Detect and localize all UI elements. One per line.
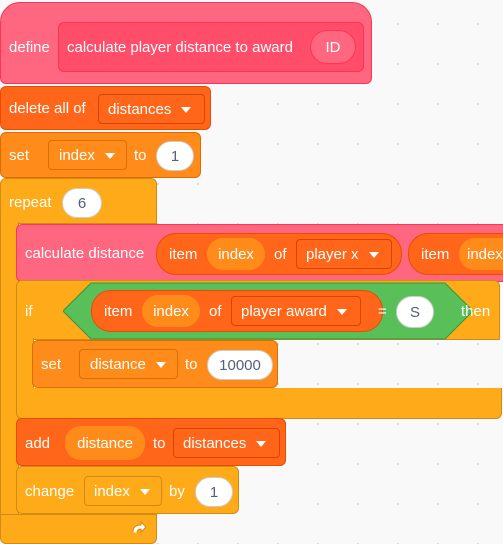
by-label: by: [169, 483, 185, 500]
item-of-list-reporter[interactable]: item index of player x: [156, 233, 402, 275]
repeat-count-input[interactable]: 6: [62, 188, 102, 218]
variable-dropdown-label: index: [94, 482, 130, 500]
chevron-down-icon: [368, 252, 379, 258]
set-distance-value-input[interactable]: 10000: [207, 350, 273, 380]
chevron-down-icon: [256, 441, 267, 447]
item-label: item: [421, 246, 450, 263]
list-dropdown-player-x[interactable]: player x: [296, 239, 392, 269]
variable-dropdown-label: distance: [90, 355, 146, 373]
chevron-down-icon: [155, 362, 166, 368]
if-label: if: [25, 303, 33, 320]
set-label: set: [41, 356, 62, 373]
distance-reporter[interactable]: distance: [65, 426, 145, 460]
define-hat-block[interactable]: define calculate player distance to awar…: [0, 2, 372, 84]
change-index-block[interactable]: change index by 1: [16, 466, 239, 514]
to-label: to: [153, 435, 166, 452]
set-label: set: [9, 147, 30, 164]
procedure-name: calculate player distance to award: [67, 39, 293, 56]
equals-value-input[interactable]: S: [396, 296, 434, 328]
change-value-input[interactable]: 1: [195, 477, 233, 507]
list-dropdown-distances[interactable]: distances: [173, 428, 280, 458]
delete-all-label: delete all of: [9, 100, 86, 117]
item-label: item: [169, 246, 198, 263]
custom-block-prototype[interactable]: calculate player distance to award ID: [58, 22, 364, 72]
chevron-down-icon: [139, 489, 150, 495]
item-of-list-reporter-2[interactable]: item index: [408, 233, 503, 275]
loop-arrow-icon: [129, 519, 149, 539]
of-label: of: [274, 246, 287, 263]
list-dropdown-distances[interactable]: distances: [98, 94, 205, 124]
repeat-label: repeat: [9, 194, 52, 211]
if-bottom-cap[interactable]: [16, 388, 502, 419]
chevron-down-icon: [181, 107, 192, 113]
list-dropdown-player-award[interactable]: player award: [231, 296, 361, 326]
index-reporter[interactable]: index: [142, 295, 200, 327]
of-label: of: [209, 303, 222, 320]
item-of-list-reporter[interactable]: item index of player award: [91, 290, 383, 332]
chevron-down-icon: [104, 153, 115, 159]
calculate-distance-block[interactable]: calculate distance item index of player …: [16, 224, 503, 282]
to-label: to: [185, 356, 198, 373]
repeat-bottom-cap[interactable]: [0, 514, 157, 544]
set-index-value-input[interactable]: 1: [156, 141, 194, 171]
set-distance-block[interactable]: set distance to 10000: [32, 340, 278, 388]
then-label: then: [461, 303, 491, 320]
equals-label: =: [378, 303, 387, 320]
calculate-distance-label: calculate distance: [25, 245, 145, 262]
list-dropdown-label: distances: [183, 434, 247, 452]
delete-all-block[interactable]: delete all of distances: [0, 86, 211, 130]
add-label: add: [25, 435, 51, 452]
list-dropdown-label: player x: [306, 245, 359, 263]
param-id-label: ID: [325, 38, 341, 56]
add-to-list-block[interactable]: add distance to distances: [16, 418, 286, 466]
variable-dropdown-index[interactable]: index: [48, 140, 127, 170]
change-label: change: [25, 483, 75, 500]
index-reporter[interactable]: index: [207, 238, 265, 270]
define-label: define: [9, 39, 50, 56]
to-label: to: [134, 147, 147, 164]
variable-dropdown-index[interactable]: index: [84, 476, 162, 506]
list-dropdown-label: distances: [108, 100, 172, 118]
variable-dropdown-distance[interactable]: distance: [79, 349, 178, 379]
repeat-block[interactable]: repeat 6: [0, 178, 157, 224]
set-index-block[interactable]: set index to 1: [0, 132, 201, 178]
variable-dropdown-label: index: [59, 146, 95, 164]
if-block[interactable]: if item index of player award = S then: [16, 280, 500, 340]
chevron-down-icon: [336, 309, 347, 315]
index-reporter[interactable]: index: [459, 238, 503, 270]
param-id-reporter[interactable]: ID: [310, 30, 356, 64]
item-label: item: [104, 303, 133, 320]
list-dropdown-label: player award: [241, 302, 327, 320]
